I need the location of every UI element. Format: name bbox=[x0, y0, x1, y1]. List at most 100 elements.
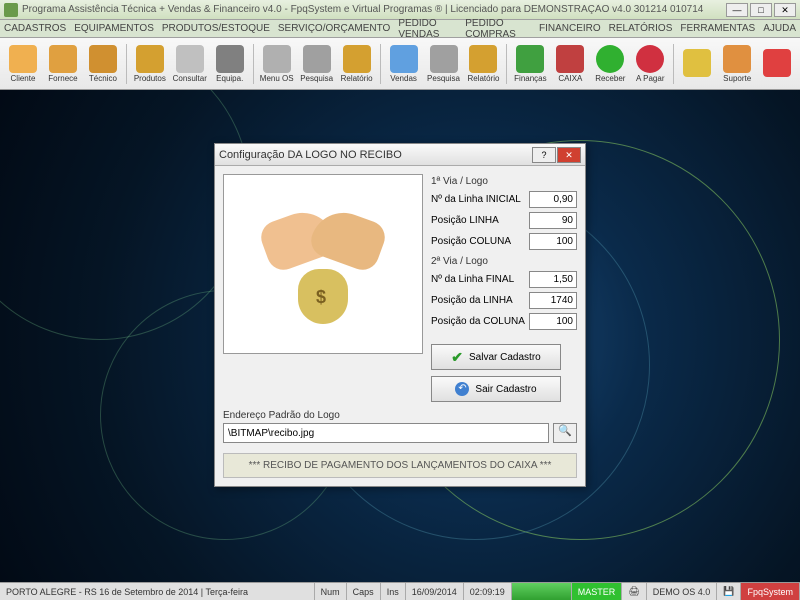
toolbar-receber[interactable]: Receber bbox=[591, 45, 629, 83]
handshake-icon bbox=[253, 194, 393, 334]
linha-final-input[interactable] bbox=[529, 271, 577, 288]
menu-relatrios[interactable]: RELATÓRIOS bbox=[609, 23, 673, 34]
dialog-titlebar[interactable]: Configuração DA LOGO NO RECIBO ? ✕ bbox=[215, 144, 585, 166]
report-icon bbox=[469, 45, 497, 73]
menu-pedidovendas[interactable]: PEDIDO VENDAS bbox=[398, 18, 457, 40]
toolbar-label: Consultar bbox=[173, 74, 207, 83]
toolbar-tcnico[interactable]: Técnico bbox=[84, 45, 122, 83]
toolbar-equipa[interactable]: Equipa. bbox=[211, 45, 249, 83]
toolbar-cliente[interactable]: Cliente bbox=[4, 45, 42, 83]
monitor-icon bbox=[390, 45, 418, 73]
bell-icon bbox=[683, 49, 711, 77]
toolbar-label: CAIXA bbox=[558, 74, 582, 83]
dialog-footer-note: *** RECIBO DE PAGAMENTO DOS LANÇAMENTOS … bbox=[223, 453, 577, 478]
menu-produtosestoque[interactable]: PRODUTOS/ESTOQUE bbox=[162, 23, 270, 34]
exit-icon bbox=[763, 49, 791, 77]
menu-ferramentas[interactable]: FERRAMENTAS bbox=[680, 23, 755, 34]
toolbar-finanas[interactable]: Finanças bbox=[511, 45, 549, 83]
zoom-icon bbox=[303, 45, 331, 73]
window-title: Programa Assistência Técnica + Vendas & … bbox=[22, 4, 726, 15]
section-1-label: 1ª Via / Logo bbox=[431, 176, 577, 187]
posicao-linha-1-input[interactable] bbox=[529, 212, 577, 229]
box-icon bbox=[136, 45, 164, 73]
toolbar-label: Produtos bbox=[134, 74, 166, 83]
dialog-title: Configuração DA LOGO NO RECIBO bbox=[219, 149, 532, 161]
receber-icon bbox=[596, 45, 624, 73]
path-label: Endereço Padrão do Logo bbox=[223, 410, 577, 421]
status-caps: Caps bbox=[347, 583, 381, 600]
toolbar-separator bbox=[126, 44, 127, 84]
close-button[interactable]: ✕ bbox=[774, 3, 796, 17]
f6-label: Posição da COLUNA bbox=[431, 316, 525, 327]
caixa-icon bbox=[556, 45, 584, 73]
menu-pedidocompras[interactable]: PEDIDO COMPRAS bbox=[465, 18, 531, 40]
toolbar-label: Receber bbox=[595, 74, 625, 83]
app-icon bbox=[4, 3, 18, 17]
toolbar-pesquisa[interactable]: Pesquisa bbox=[298, 45, 336, 83]
status-ins: Ins bbox=[381, 583, 406, 600]
menu-cadastros[interactable]: CADASTROS bbox=[4, 23, 66, 34]
status-time: 02:09:19 bbox=[464, 583, 512, 600]
back-icon: ↶ bbox=[455, 382, 469, 396]
browse-button[interactable]: 🔍 bbox=[553, 423, 577, 443]
menu-serviooramento[interactable]: SERVIÇO/ORÇAMENTO bbox=[278, 23, 390, 34]
toolbar-label: Relatório bbox=[341, 74, 373, 83]
status-fpq: FpqSystem bbox=[741, 583, 800, 600]
menu-ajuda[interactable]: AJUDA bbox=[763, 23, 796, 34]
menu-bar: CADASTROS EQUIPAMENTOS PRODUTOS/ESTOQUE SER… bbox=[0, 20, 800, 38]
equip-icon bbox=[216, 45, 244, 73]
posicao-coluna-2-input[interactable] bbox=[529, 313, 577, 330]
toolbar-icbell[interactable] bbox=[678, 49, 716, 78]
toolbar-vendas[interactable]: Vendas bbox=[385, 45, 423, 83]
search-icon bbox=[176, 45, 204, 73]
toolbar-relatrio[interactable]: Relatório bbox=[338, 45, 376, 83]
toolbar-label: Pesquisa bbox=[427, 74, 460, 83]
f4-label: Nº da Linha FINAL bbox=[431, 274, 514, 285]
person3-icon bbox=[89, 45, 117, 73]
posicao-coluna-1-input[interactable] bbox=[529, 233, 577, 250]
menu-icon bbox=[263, 45, 291, 73]
fin-icon bbox=[516, 45, 544, 73]
f2-label: Posição LINHA bbox=[431, 215, 499, 226]
toolbar-label: A Pagar bbox=[636, 74, 664, 83]
save-button[interactable]: ✔Salvar Cadastro bbox=[431, 344, 561, 370]
check-icon: ✔ bbox=[451, 349, 463, 366]
toolbar-icexit[interactable] bbox=[758, 49, 796, 78]
toolbar-label: Fornece bbox=[48, 74, 77, 83]
dialog-close-button[interactable]: ✕ bbox=[557, 147, 581, 163]
status-location: PORTO ALEGRE - RS 16 de Setembro de 2014… bbox=[0, 583, 315, 600]
toolbar-consultar[interactable]: Consultar bbox=[171, 45, 209, 83]
menu-equipamentos[interactable]: EQUIPAMENTOS bbox=[74, 23, 154, 34]
toolbar-separator bbox=[673, 44, 674, 84]
logo-path-input[interactable] bbox=[223, 423, 549, 443]
posicao-linha-2-input[interactable] bbox=[529, 292, 577, 309]
zoom-icon bbox=[430, 45, 458, 73]
status-demo: DEMO OS 4.0 bbox=[647, 583, 718, 600]
menu-financeiro[interactable]: FINANCEIRO bbox=[539, 23, 601, 34]
status-drive-icon[interactable]: 💾 bbox=[717, 583, 741, 600]
toolbar-relatrio[interactable]: Relatório bbox=[464, 45, 502, 83]
person2-icon bbox=[49, 45, 77, 73]
logo-config-dialog: Configuração DA LOGO NO RECIBO ? ✕ 1ª Vi… bbox=[214, 143, 586, 487]
minimize-button[interactable]: — bbox=[726, 3, 748, 17]
dialog-help-button[interactable]: ? bbox=[532, 147, 556, 163]
linha-inicial-input[interactable] bbox=[529, 191, 577, 208]
toolbar-caixa[interactable]: CAIXA bbox=[551, 45, 589, 83]
f1-label: Nº da Linha INICIAL bbox=[431, 194, 521, 205]
toolbar-suporte[interactable]: Suporte bbox=[718, 45, 756, 83]
toolbar-pesquisa[interactable]: Pesquisa bbox=[425, 45, 463, 83]
toolbar-menuos[interactable]: Menu OS bbox=[258, 45, 296, 83]
maximize-button[interactable]: □ bbox=[750, 3, 772, 17]
toolbar-apagar[interactable]: A Pagar bbox=[631, 45, 669, 83]
toolbar-label: Técnico bbox=[89, 74, 117, 83]
toolbar-label: Cliente bbox=[11, 74, 36, 83]
sup-icon bbox=[723, 45, 751, 73]
exit-button[interactable]: ↶Sair Cadastro bbox=[431, 376, 561, 402]
toolbar-produtos[interactable]: Produtos bbox=[131, 45, 169, 83]
toolbar-label: Vendas bbox=[390, 74, 417, 83]
toolbar-separator bbox=[380, 44, 381, 84]
status-printer-icon[interactable]: 🖨 bbox=[622, 583, 646, 600]
status-master: MASTER bbox=[572, 583, 623, 600]
toolbar-label: Pesquisa bbox=[300, 74, 333, 83]
toolbar-fornece[interactable]: Fornece bbox=[44, 45, 82, 83]
